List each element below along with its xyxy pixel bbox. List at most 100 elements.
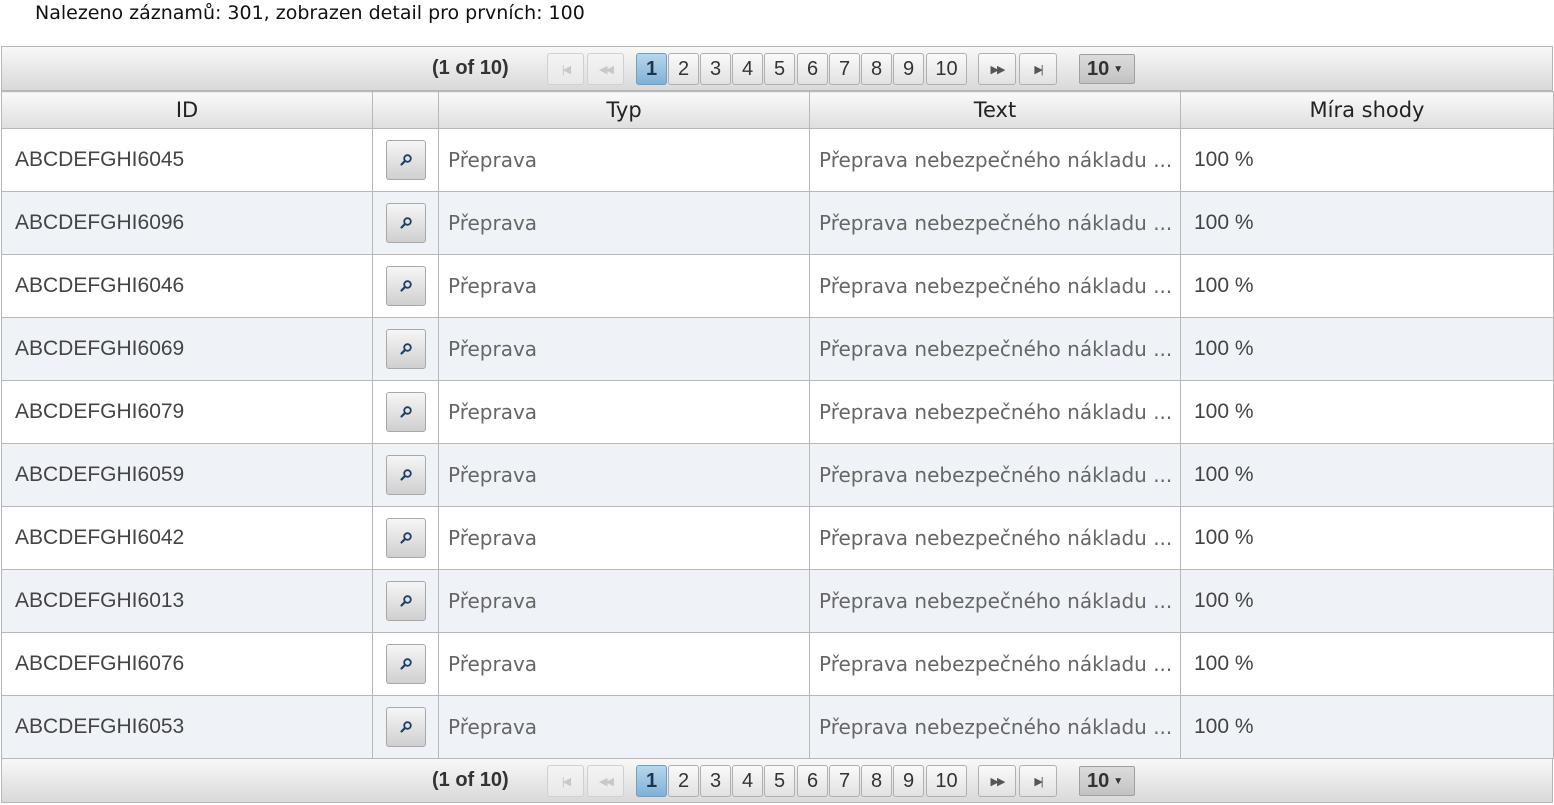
- paginator-top-page-button[interactable]: 6: [797, 53, 828, 85]
- paginator-bottom-page-button[interactable]: 7: [829, 765, 860, 797]
- table-row: ABCDEFGHI6046 Přeprava Přeprava nebezpečné…: [1, 254, 1554, 318]
- table-row: ABCDEFGHI6096 Přeprava Přeprava nebezpečné…: [1, 191, 1554, 255]
- cell-text: Přeprava nebezpečného nákladu ...: [809, 443, 1181, 507]
- paginator-bottom-page-button[interactable]: 3: [700, 765, 731, 797]
- paginator-bottom-page-button[interactable]: 6: [797, 765, 828, 797]
- paginator-top-page-button[interactable]: 3: [700, 53, 731, 85]
- cell-typ: Přeprava: [438, 317, 810, 381]
- cell-id: ABCDEFGHI6042: [1, 506, 373, 570]
- paginator-bottom-last-page-button[interactable]: ▶|: [1019, 765, 1057, 797]
- detail-button[interactable]: [385, 644, 426, 684]
- next-page-icon: ▶▶: [990, 775, 1006, 788]
- summary-label: Nalezeno: [35, 2, 124, 24]
- column-header-rate[interactable]: Míra shody: [1180, 91, 1554, 129]
- paginator-top-next-page-button[interactable]: ▶▶: [978, 53, 1016, 85]
- next-page-icon: ▶▶: [990, 63, 1006, 76]
- cell-text: Přeprava nebezpečného nákladu ...: [809, 380, 1181, 444]
- paginator-top: (1 of 10) |◀ ◀◀ ▶▶ ▶| 1 2 3 4 5 6 7 8 9 10 10 ▼: [1, 46, 1553, 91]
- cell-rate: 100 %: [1180, 443, 1554, 507]
- cell-text: Přeprava nebezpečného nákladu ...: [809, 569, 1181, 633]
- cell-id: ABCDEFGHI6013: [1, 569, 373, 633]
- caret-down-icon: ▼: [1113, 775, 1124, 787]
- cell-detail: [372, 695, 439, 759]
- cell-rate: 100 %: [1180, 506, 1554, 570]
- column-header-typ[interactable]: Typ: [438, 91, 810, 129]
- column-header-id[interactable]: ID: [1, 91, 373, 129]
- table-row: ABCDEFGHI6059 Přeprava Přeprava nebezpečné…: [1, 443, 1554, 507]
- cell-id: ABCDEFGHI6076: [1, 632, 373, 696]
- cell-typ: Přeprava: [438, 380, 810, 444]
- paginator-bottom: (1 of 10) |◀ ◀◀ ▶▶ ▶| 1 2 3 4 5 6 7 8 9 10 10 ▼: [1, 758, 1553, 803]
- cell-id: ABCDEFGHI6069: [1, 317, 373, 381]
- cell-detail: [372, 128, 439, 192]
- table-row: ABCDEFGHI6053 Přeprava Přeprava nebezpečné…: [1, 695, 1554, 759]
- paginator-top-page-button[interactable]: 1: [636, 53, 667, 85]
- paginator-bottom-page-button[interactable]: 5: [764, 765, 795, 797]
- cell-text: Přeprava nebezpečného nákladu ...: [809, 695, 1181, 759]
- cell-text: Přeprava nebezpečného nákladu ...: [809, 191, 1181, 255]
- column-header-text[interactable]: Text: [809, 91, 1181, 129]
- table-row: ABCDEFGHI6042 Přeprava Přeprava nebezpečné…: [1, 506, 1554, 570]
- paginator-bottom-previous-page-button: ◀◀: [587, 765, 624, 797]
- magnifier-icon: [399, 595, 412, 607]
- table-row: ABCDEFGHI6076 Přeprava Přeprava nebezpečné…: [1, 632, 1554, 696]
- paginator-top-page-count: (1 of 10): [432, 57, 509, 79]
- detail-button[interactable]: [385, 329, 426, 369]
- cell-id: ABCDEFGHI6046: [1, 254, 373, 318]
- detail-button[interactable]: [385, 707, 426, 747]
- paginator-bottom-page-button[interactable]: 10: [926, 765, 967, 797]
- table-row: ABCDEFGHI6069 Přeprava Přeprava nebezpečné…: [1, 317, 1554, 381]
- cell-rate: 100 %: [1180, 632, 1554, 696]
- paginator-bottom-page-button[interactable]: 8: [861, 765, 892, 797]
- magnifier-icon: [399, 280, 412, 292]
- paginator-top-page-button[interactable]: 8: [861, 53, 892, 85]
- paginator-top-page-button[interactable]: 2: [668, 53, 699, 85]
- cell-detail: [372, 254, 439, 318]
- cell-typ: Přeprava: [438, 569, 810, 633]
- previous-page-icon: ◀◀: [599, 775, 614, 788]
- cell-id: ABCDEFGHI6045: [1, 128, 373, 192]
- paginator-top-page-button[interactable]: 7: [829, 53, 860, 85]
- cell-text: Přeprava nebezpečného nákladu ...: [809, 506, 1181, 570]
- cell-rate: 100 %: [1180, 128, 1554, 192]
- first-page-icon: |◀: [561, 63, 571, 76]
- paginator-bottom-page-button[interactable]: 2: [668, 765, 699, 797]
- first-page-icon: |◀: [561, 775, 571, 788]
- cell-id: ABCDEFGHI6059: [1, 443, 373, 507]
- detail-button[interactable]: [385, 392, 426, 432]
- paginator-bottom-page-button[interactable]: 1: [636, 765, 667, 797]
- detail-button[interactable]: [385, 140, 426, 180]
- table-row: ABCDEFGHI6045 Přeprava Přeprava nebezpečné…: [1, 128, 1554, 192]
- cell-detail: [372, 380, 439, 444]
- last-page-icon: ▶|: [1034, 775, 1043, 788]
- paginator-bottom-rows-per-page-select[interactable]: 10 ▼: [1079, 766, 1135, 796]
- detail-button[interactable]: [385, 581, 426, 621]
- caret-down-icon: ▼: [1113, 63, 1124, 75]
- paginator-bottom-next-page-button[interactable]: ▶▶: [978, 765, 1016, 797]
- paginator-top-rows-per-page-select[interactable]: 10 ▼: [1079, 54, 1135, 84]
- cell-detail: [372, 317, 439, 381]
- detail-button[interactable]: [385, 266, 426, 306]
- cell-typ: Přeprava: [438, 443, 810, 507]
- paginator-bottom-page-count: (1 of 10): [432, 769, 509, 791]
- table-header-row: ID Typ Text Míra shody: [1, 91, 1554, 129]
- cell-rate: 100 %: [1180, 191, 1554, 255]
- detail-button[interactable]: [385, 203, 426, 243]
- cell-typ: Přeprava: [438, 254, 810, 318]
- detail-button[interactable]: [385, 518, 426, 558]
- paginator-bottom-page-button[interactable]: 4: [732, 765, 763, 797]
- paginator-top-page-button[interactable]: 9: [893, 53, 924, 85]
- cell-detail: [372, 632, 439, 696]
- detail-button[interactable]: [385, 455, 426, 495]
- paginator-top-last-page-button[interactable]: ▶|: [1019, 53, 1057, 85]
- table-row: ABCDEFGHI6079 Přeprava Přeprava nebezpečné…: [1, 380, 1554, 444]
- magnifier-icon: [399, 217, 412, 229]
- paginator-bottom-page-button[interactable]: 9: [893, 765, 924, 797]
- paginator-top-page-button[interactable]: 4: [732, 53, 763, 85]
- paginator-top-page-button[interactable]: 5: [764, 53, 795, 85]
- cell-rate: 100 %: [1180, 254, 1554, 318]
- cell-rate: 100 %: [1180, 380, 1554, 444]
- paginator-top-page-button[interactable]: 10: [926, 53, 967, 85]
- cell-rate: 100 %: [1180, 569, 1554, 633]
- cell-rate: 100 %: [1180, 695, 1554, 759]
